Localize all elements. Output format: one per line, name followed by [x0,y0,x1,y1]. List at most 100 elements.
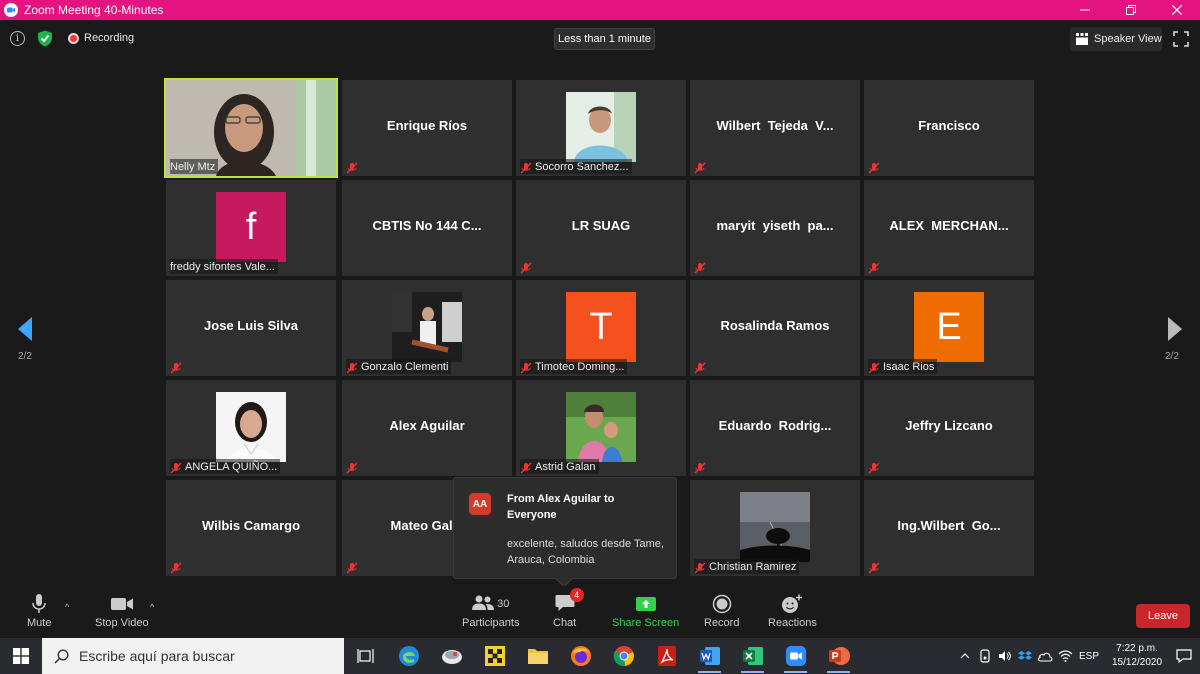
taskbar-clock[interactable]: 7:22 p.m. 15/12/2020 [1104,642,1170,670]
taskbar-file-explorer-button[interactable] [516,638,559,674]
chat-button[interactable]: 4 Chat [553,588,584,629]
dropbox-icon[interactable] [1016,638,1034,674]
participant-tile[interactable]: ANGELA QUIÑO... [166,380,336,476]
participant-tile[interactable]: E Isaac Rios [864,280,1034,376]
firefox-icon [570,646,591,666]
participant-tile[interactable]: Nelly Mtz [164,78,338,178]
muted-microphone-icon [868,161,880,173]
participant-tile[interactable]: CBTIS No 144 C... [342,180,512,276]
participant-nameplate: Astrid Galan [520,459,599,474]
participant-initial-avatar: E [914,292,984,362]
participant-tile[interactable]: T Timoteo Doming... [516,280,686,376]
previous-page-arrow-icon[interactable] [16,316,34,342]
participant-tile[interactable]: Wilbis Camargo [166,480,336,576]
sender-avatar: AA [469,493,491,515]
taskbar-powerpoint-button[interactable] [817,638,860,674]
encryption-shield-icon[interactable] [37,30,53,47]
participants-button[interactable]: 30 Participants [462,594,519,629]
next-page-arrow-icon[interactable] [1166,316,1184,342]
participant-tile[interactable]: Enrique Ríos [342,80,512,176]
recording-icon [68,33,79,44]
meeting-top-bar: i Recording Less than 1 minute Speaker V… [0,20,1200,58]
participant-tile[interactable]: Astrid Galan [516,380,686,476]
participant-nameplate [868,259,883,274]
notifications-icon[interactable] [1170,638,1198,674]
taskbar-excel-button[interactable] [731,638,774,674]
chat-notification-popup[interactable]: AA From Alex Aguilar to Everyone excelen… [453,477,677,588]
taskbar-app-3-button[interactable] [430,638,473,674]
zoom-app-icon [4,3,18,17]
participant-name: Timoteo Doming... [535,360,625,373]
participant-nameplate [694,359,709,374]
participant-tile[interactable]: ALEX MERCHAN... [864,180,1034,276]
task-view-icon [356,649,374,663]
taskbar-chrome-button[interactable] [602,638,645,674]
participant-tile[interactable]: Francisco [864,80,1034,176]
volume-icon[interactable] [996,638,1014,674]
participant-name: Christian Ramirez [709,560,797,573]
windows-start-button[interactable] [0,638,42,674]
input-language-indicator[interactable]: ESP [1076,638,1102,674]
participant-tile[interactable]: Alex Aguilar [342,380,512,476]
restore-button[interactable] [1108,0,1154,20]
taskbar-zoom-button[interactable] [774,638,817,674]
device-tray-icon[interactable] [976,638,994,674]
taskbar-firefox-button[interactable] [559,638,602,674]
search-icon [54,649,69,664]
speaker-view-button[interactable]: Speaker View [1070,27,1162,51]
mute-button[interactable]: Mute [27,594,51,629]
participant-tile[interactable]: Christian Ramirez [690,480,860,576]
participant-tile[interactable]: Wilbert Tejeda V... [690,80,860,176]
taskbar-app-4-button[interactable] [473,638,516,674]
audio-options-chevron-icon[interactable]: ^ [65,602,69,612]
muted-microphone-icon [170,561,182,573]
participant-tile[interactable]: f freddy sifontes Vale... [166,180,336,276]
wifi-icon[interactable] [1056,638,1074,674]
muted-microphone-icon [868,261,880,273]
reactions-button[interactable]: Reactions [768,594,817,629]
share-screen-icon [635,597,656,611]
fullscreen-icon[interactable] [1173,31,1189,47]
participants-label: Participants [462,617,520,629]
participant-tile[interactable]: Socorro Sanchez... [516,80,686,176]
participant-tile[interactable]: maryit yiseth pa... [690,180,860,276]
muted-microphone-icon [694,361,706,373]
participant-tile[interactable]: Jeffry Lizcano [864,380,1034,476]
reactions-label: Reactions [768,617,817,629]
share-screen-button[interactable]: Share Screen [612,594,679,629]
system-tray: ESP 7:22 p.m. 15/12/2020 [956,638,1200,674]
cloud-icon[interactable] [1036,638,1054,674]
taskbar-edge-button[interactable] [387,638,430,674]
stop-video-button[interactable]: Stop Video [95,594,149,629]
participant-tile[interactable]: Gonzalo Clementi [342,280,512,376]
show-hidden-icons-chevron-icon[interactable] [956,638,974,674]
puzzle-app-icon [484,646,505,666]
participant-tile[interactable]: Ing.Wilbert Go... [864,480,1034,576]
participant-tile[interactable]: Jose Luis Silva [166,280,336,376]
participant-display-name: Jose Luis Silva [204,318,298,333]
record-button[interactable]: Record [704,594,739,629]
add-reaction-icon [782,594,803,613]
meeting-info-icon[interactable]: i [10,31,25,46]
close-window-button[interactable] [1154,0,1200,20]
muted-microphone-icon [520,261,532,273]
mute-label: Mute [27,617,52,629]
taskbar-search-box[interactable]: Escribe aquí para buscar [42,638,344,674]
muted-microphone-icon [694,461,706,473]
video-options-chevron-icon[interactable]: ^ [150,602,154,612]
participant-display-name: Francisco [918,118,980,133]
participant-tile[interactable]: Eduardo Rodrig... [690,380,860,476]
participant-display-name: Rosalinda Ramos [720,318,830,333]
leave-meeting-button[interactable]: Leave [1136,604,1190,628]
participant-tile[interactable]: Rosalinda Ramos [690,280,860,376]
participant-display-name: Jeffry Lizcano [905,418,993,433]
muted-microphone-icon [520,361,532,373]
task-view-button[interactable] [344,638,387,674]
minimize-button[interactable] [1062,0,1108,20]
edge-browser-icon [398,646,419,666]
chat-unread-badge: 4 [569,588,584,602]
taskbar-acrobat-button[interactable] [645,638,688,674]
participant-tile[interactable]: LR SUAG [516,180,686,276]
taskbar-word-button[interactable] [688,638,731,674]
excel-icon [742,647,763,665]
